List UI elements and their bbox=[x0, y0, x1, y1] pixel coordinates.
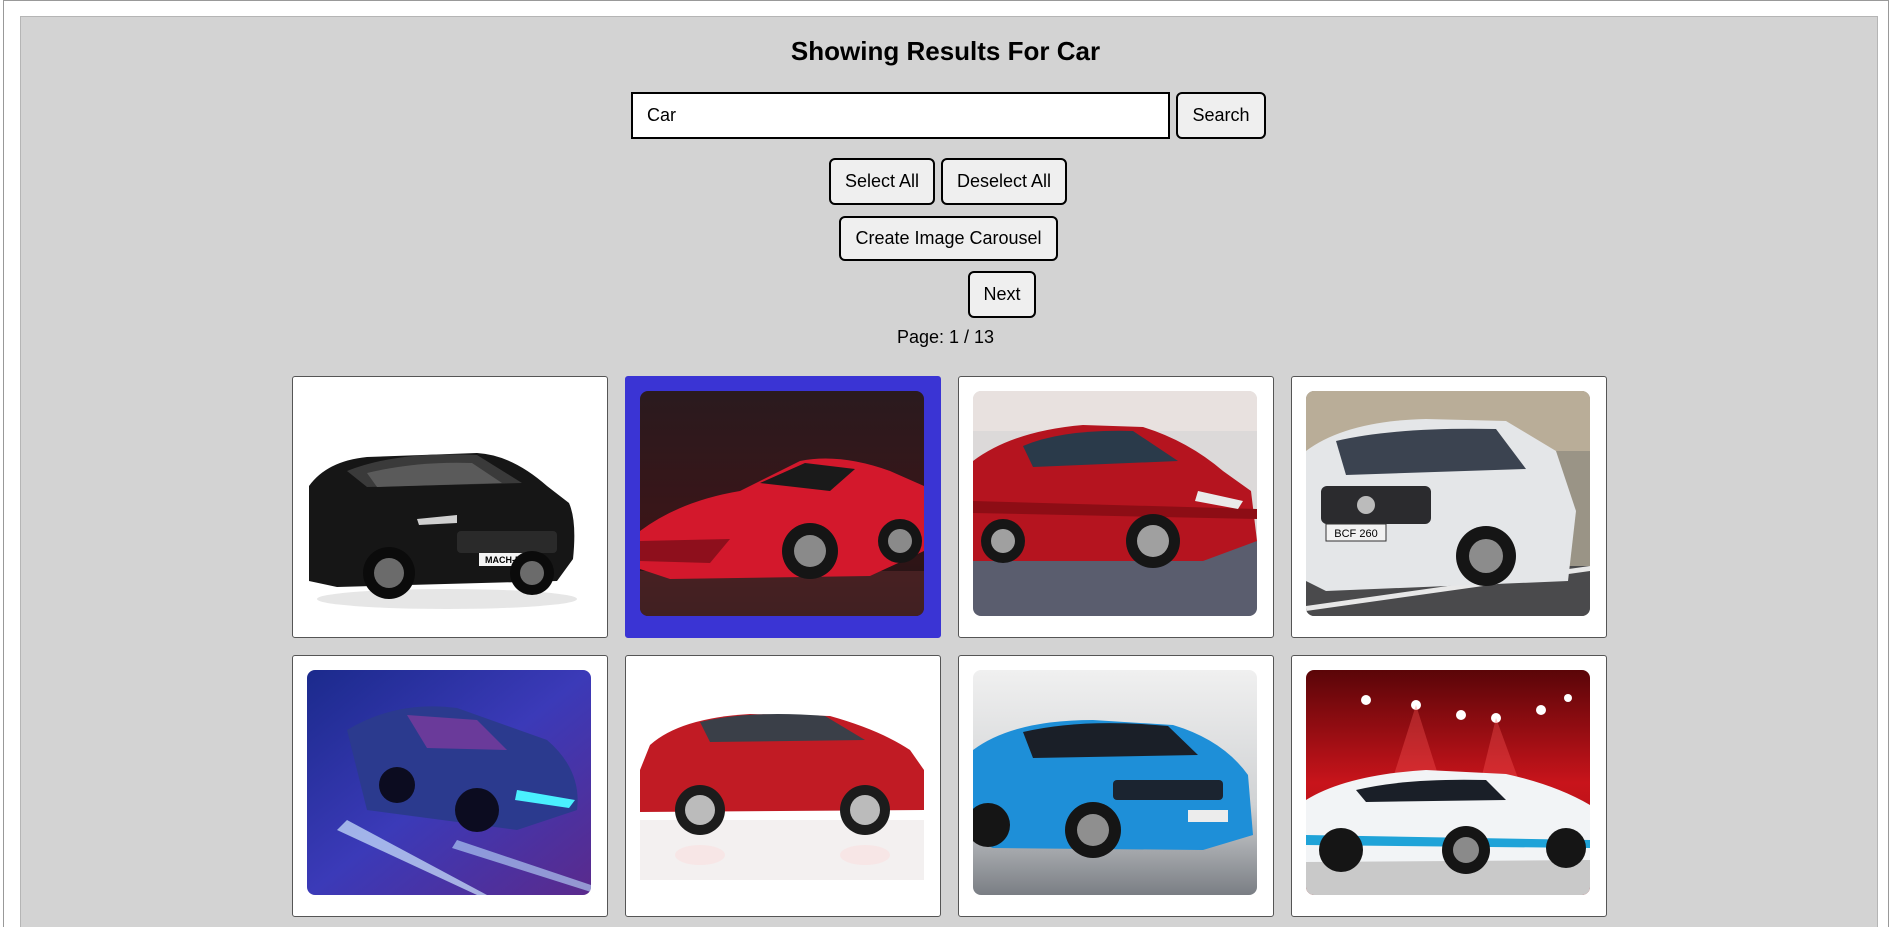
result-card-4[interactable]: BCF 260 bbox=[1291, 376, 1607, 638]
page-title: Showing Results For Car bbox=[790, 36, 1101, 66]
create-carousel-button[interactable]: Create Image Carousel bbox=[839, 216, 1058, 261]
car-image-5 bbox=[307, 670, 591, 895]
search-button[interactable]: Search bbox=[1176, 92, 1266, 139]
deselect-all-button[interactable]: Deselect All bbox=[941, 158, 1067, 205]
result-card-7[interactable] bbox=[958, 655, 1274, 917]
result-card-6[interactable] bbox=[625, 655, 941, 917]
car-image-1: MACH-E bbox=[307, 391, 591, 616]
result-card-8[interactable] bbox=[1291, 655, 1607, 917]
car-image-7 bbox=[973, 670, 1257, 895]
svg-text:BCF 260: BCF 260 bbox=[1334, 528, 1377, 540]
car-image-2 bbox=[640, 391, 924, 616]
page-indicator: Page: 1 / 13 bbox=[896, 327, 995, 347]
car-image-4: BCF 260 bbox=[1306, 391, 1590, 616]
result-card-3[interactable] bbox=[958, 376, 1274, 638]
search-input[interactable] bbox=[631, 92, 1170, 139]
select-all-button[interactable]: Select All bbox=[829, 158, 935, 205]
result-card-1[interactable]: MACH-E bbox=[292, 376, 608, 638]
car-image-6 bbox=[640, 670, 924, 895]
car-image-8 bbox=[1306, 670, 1590, 895]
result-card-5[interactable] bbox=[292, 655, 608, 917]
result-card-2[interactable] bbox=[625, 376, 941, 638]
car-image-3 bbox=[973, 391, 1257, 616]
next-page-button[interactable]: Next bbox=[968, 271, 1036, 318]
